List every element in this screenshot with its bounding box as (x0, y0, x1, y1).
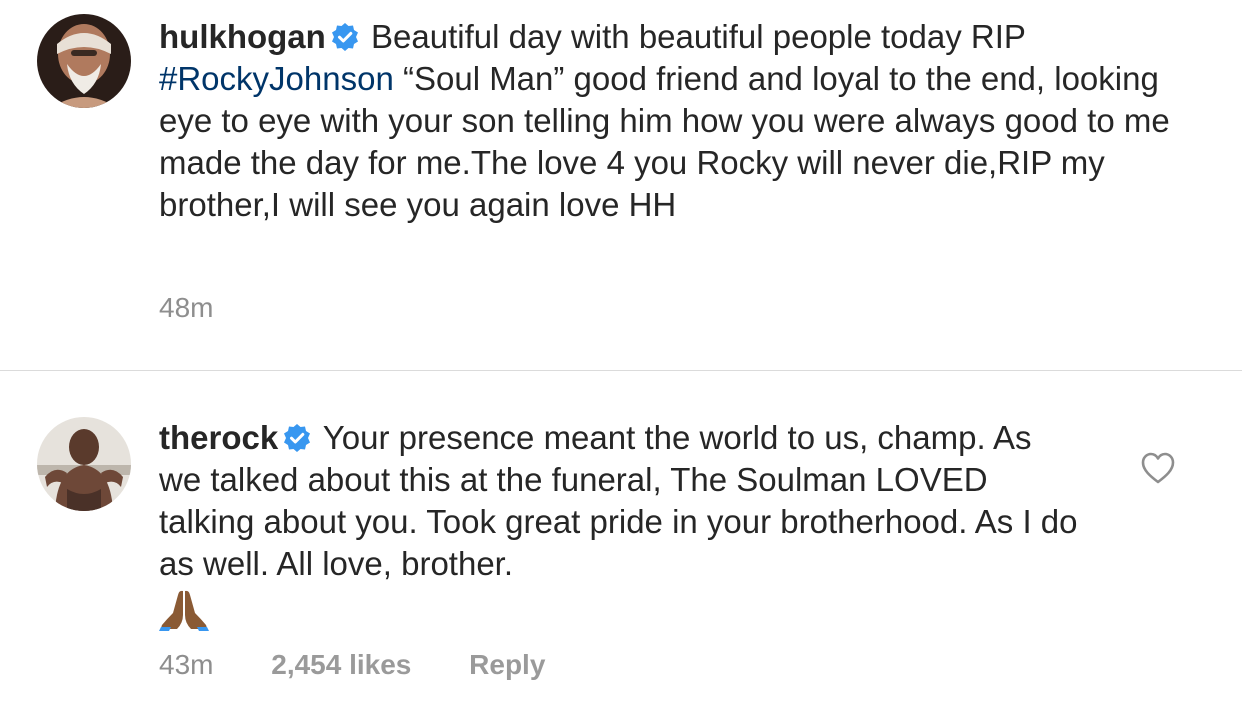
comment-item-hulkhogan: hulkhogan Beautiful day with beautiful p… (0, 0, 1242, 370)
therock-avatar-icon (37, 417, 131, 511)
username-link[interactable]: therock (159, 419, 278, 456)
username-link[interactable]: hulkhogan (159, 18, 326, 55)
comment-meta: 48m (159, 292, 263, 324)
heart-icon[interactable] (1140, 451, 1176, 485)
timestamp[interactable]: 43m (159, 649, 213, 680)
comment-text: therock Your presence meant the world to… (159, 417, 1079, 635)
hulkhogan-avatar-icon (37, 14, 131, 108)
avatar[interactable] (37, 14, 131, 108)
folded-hands-icon (159, 587, 1079, 635)
timestamp[interactable]: 48m (159, 292, 213, 323)
reply-button[interactable]: Reply (469, 649, 545, 680)
comment-item-therock: therock Your presence meant the world to… (0, 371, 1242, 717)
comment-text: hulkhogan Beautiful day with beautiful p… (159, 16, 1199, 226)
verified-badge-icon (282, 421, 312, 452)
hashtag-link[interactable]: #RockyJohnson (159, 60, 394, 97)
avatar[interactable] (37, 417, 131, 511)
comment-meta: 43m 2,454 likes Reply (159, 649, 595, 681)
comment-body: Beautiful day with beautiful people toda… (371, 18, 1026, 55)
likes-count[interactable]: 2,454 likes (271, 649, 411, 680)
verified-badge-icon (330, 20, 360, 51)
